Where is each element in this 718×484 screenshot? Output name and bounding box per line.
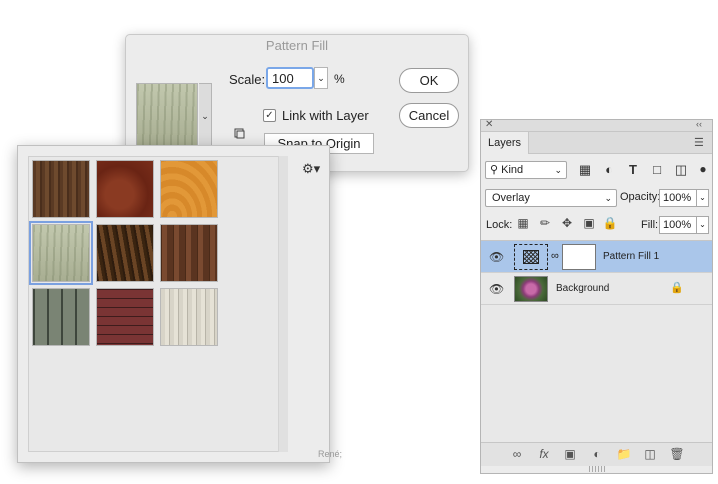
scale-dropdown-button[interactable]: ⌄ <box>314 67 328 89</box>
link-with-layer-label: Link with Layer <box>282 108 369 123</box>
pattern-swatch-grey-green-planks[interactable] <box>32 288 90 346</box>
layer-row-pattern-fill[interactable]: 👁 ∞ Pattern Fill 1 <box>481 241 712 273</box>
opacity-input[interactable]: 100% <box>659 189 697 207</box>
scale-label: Scale: <box>229 72 265 87</box>
image-filter-icon[interactable]: ▦ <box>577 162 593 178</box>
pattern-swatch-dark-walnut[interactable] <box>32 160 90 218</box>
layer-list: 👁 ∞ Pattern Fill 1 👁 Background 🔒 <box>481 240 712 442</box>
pattern-swatch-pale-green-wood[interactable] <box>32 224 90 282</box>
folder-icon[interactable]: 📁 <box>616 447 632 461</box>
layer-row-background[interactable]: 👁 Background 🔒 <box>481 273 712 305</box>
eye-icon[interactable]: 👁 <box>489 282 504 296</box>
pattern-swatch-orange-pine[interactable] <box>160 160 218 218</box>
scale-unit: % <box>334 72 345 86</box>
trash-icon[interactable]: 🗑 <box>669 447 685 461</box>
link-layers-icon[interactable]: ∞ <box>509 447 525 461</box>
pattern-picker-toggle[interactable]: ⌄ <box>199 83 212 147</box>
fill-label: Fill: <box>641 219 658 231</box>
filter-toggle-icon[interactable]: ● <box>695 162 711 176</box>
chevron-down-icon: ⌄ <box>699 193 706 202</box>
scale-input[interactable] <box>266 67 314 89</box>
pattern-swatch-white-weathered[interactable] <box>160 288 218 346</box>
pattern-swatch-brown-planks[interactable] <box>160 224 218 282</box>
panel-menu-icon[interactable]: ☰ <box>694 136 704 149</box>
adjustment-layer-icon[interactable]: ◐ <box>589 447 605 461</box>
chevron-down-icon: ⌄ <box>699 220 706 229</box>
layers-footer-toolbar: ∞ fx ▣ ◐ 📁 ◫ 🗑 <box>481 442 712 466</box>
shape-filter-icon[interactable]: □ <box>649 162 665 177</box>
pattern-swatch-red-planks[interactable] <box>96 288 154 346</box>
dialog-title: Pattern Fill <box>126 38 468 53</box>
lock-position-icon[interactable]: ✥ <box>559 216 575 230</box>
pattern-preview-swatch[interactable] <box>136 83 198 147</box>
ok-button[interactable]: OK <box>399 68 459 93</box>
picker-scrollbar[interactable] <box>278 156 288 452</box>
pattern-picker-popup: ⚙▾ René; <box>17 145 330 463</box>
chevron-down-icon: ⌄ <box>317 73 325 83</box>
layers-panel: ✕ ‹‹ Layers ☰ ⚲ Kind ⌄ ▦ ◐ T □ ◫ ● Overl… <box>480 119 713 474</box>
fill-input[interactable]: 100% <box>659 216 697 234</box>
lock-label: Lock: <box>486 219 512 231</box>
lock-icon: 🔒 <box>670 281 684 294</box>
pattern-icon <box>523 250 539 264</box>
link-icon[interactable]: ∞ <box>551 250 559 262</box>
collapse-icon[interactable]: ‹‹ <box>696 119 702 129</box>
panel-header-bar: ✕ ‹‹ <box>481 120 712 132</box>
lock-transparent-pixels-icon[interactable]: ▦ <box>515 216 531 230</box>
pattern-swatch-red-mahogany[interactable] <box>96 160 154 218</box>
chevron-down-icon: ⌄ <box>554 162 562 178</box>
adjustment-filter-icon[interactable]: ◐ <box>601 162 617 177</box>
search-icon: ⚲ <box>490 164 498 176</box>
panel-tab-bar: Layers ☰ <box>481 132 712 154</box>
new-layer-icon[interactable]: ◫ <box>642 447 658 461</box>
cancel-button[interactable]: Cancel <box>399 103 459 128</box>
opacity-dropdown[interactable]: ⌄ <box>697 189 709 207</box>
pattern-grid <box>28 156 288 452</box>
chevron-down-icon: ⌄ <box>604 190 612 206</box>
checkmark-icon: ✓ <box>265 110 273 121</box>
blend-mode-value: Overlay <box>492 192 530 204</box>
type-filter-icon[interactable]: T <box>625 162 641 177</box>
lock-all-icon[interactable]: 🔒 <box>602 216 618 230</box>
layer-mask-thumbnail[interactable] <box>562 244 596 270</box>
close-icon[interactable]: ✕ <box>485 119 493 130</box>
pattern-swatch-dark-grain[interactable] <box>96 224 154 282</box>
layer-name: Background <box>556 283 609 294</box>
new-preset-icon[interactable] <box>234 128 245 139</box>
background-thumbnail <box>514 276 548 302</box>
resize-grip-icon[interactable]: René; <box>318 449 342 459</box>
eye-icon[interactable]: 👁 <box>489 250 504 264</box>
blend-mode-select[interactable]: Overlay ⌄ <box>485 189 617 207</box>
add-mask-icon[interactable]: ▣ <box>562 447 578 461</box>
panel-resize-grip[interactable] <box>589 466 607 472</box>
gear-icon[interactable]: ⚙▾ <box>302 161 320 177</box>
pattern-fill-thumbnail <box>514 244 548 270</box>
link-with-layer-checkbox[interactable]: ✓ <box>263 109 276 122</box>
filter-kind-select[interactable]: ⚲ Kind ⌄ <box>485 161 567 179</box>
lock-artboard-icon[interactable]: ▣ <box>581 216 597 230</box>
smart-object-filter-icon[interactable]: ◫ <box>673 162 689 178</box>
chevron-down-icon: ⌄ <box>201 111 209 121</box>
fill-dropdown[interactable]: ⌄ <box>697 216 709 234</box>
kind-label: Kind <box>501 164 523 176</box>
fx-icon[interactable]: fx <box>536 447 552 461</box>
tab-layers[interactable]: Layers <box>481 132 529 154</box>
lock-image-pixels-icon[interactable]: ✏ <box>537 216 553 230</box>
opacity-label: Opacity: <box>620 191 660 203</box>
layer-name: Pattern Fill 1 <box>603 251 659 262</box>
